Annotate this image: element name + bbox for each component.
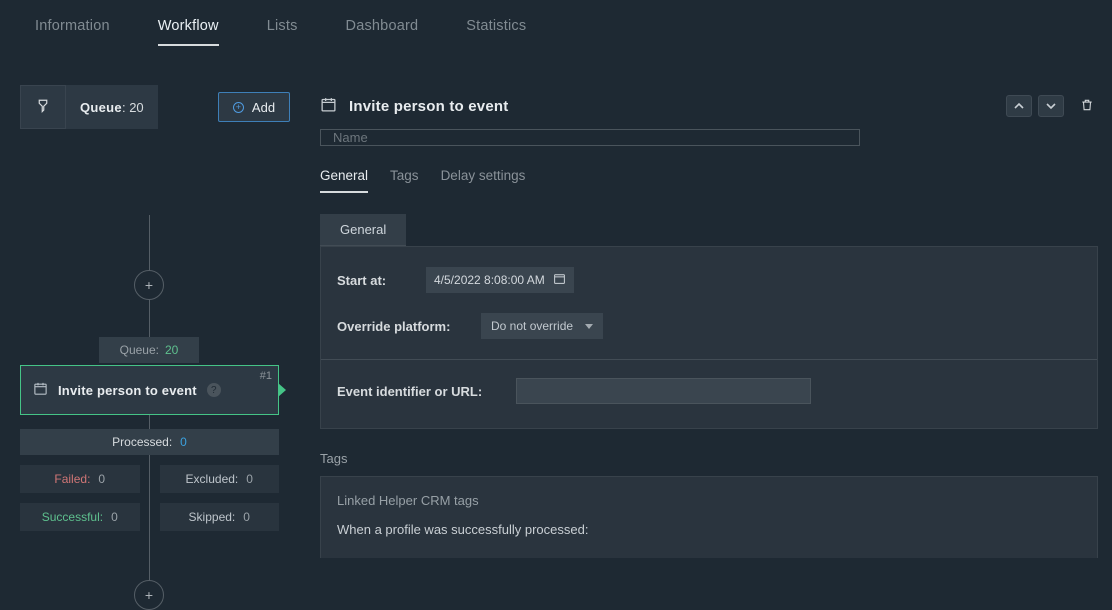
queue-pill: Queue: 20 (99, 337, 199, 363)
queue-label: Queue: 20 (66, 85, 158, 129)
tags-description: When a profile was successfully processe… (337, 522, 1081, 537)
section-tab-general: General (320, 214, 406, 246)
override-platform-label: Override platform: (337, 319, 467, 334)
queue-icon[interactable] (20, 85, 66, 129)
separator (321, 359, 1097, 360)
move-up-button[interactable] (1006, 95, 1032, 117)
stat-failed: Failed:0 (20, 465, 140, 493)
plus-circle-icon: + (233, 102, 244, 113)
stat-skipped: Skipped:0 (160, 503, 280, 531)
subtab-general[interactable]: General (320, 168, 368, 193)
tab-dashboard[interactable]: Dashboard (346, 18, 419, 46)
subtab-tags[interactable]: Tags (390, 168, 419, 193)
calendar-picker-icon (553, 272, 566, 288)
start-at-field[interactable]: 4/5/2022 8:08:00 AM (426, 267, 574, 293)
active-step-arrow (278, 383, 286, 397)
workflow-step-card[interactable]: Invite person to event ? #1 (20, 365, 279, 415)
override-platform-select[interactable]: Do not override (481, 313, 603, 339)
tags-subtitle: Linked Helper CRM tags (337, 493, 1081, 508)
tab-lists[interactable]: Lists (267, 18, 298, 46)
tab-workflow[interactable]: Workflow (158, 18, 219, 46)
panel-title: Invite person to event (349, 98, 508, 115)
add-button[interactable]: + Add (218, 92, 290, 122)
event-identifier-label: Event identifier or URL: (337, 384, 502, 399)
step-name-input[interactable] (320, 129, 860, 146)
subtab-delay-settings[interactable]: Delay settings (441, 168, 526, 193)
help-icon[interactable]: ? (207, 383, 221, 397)
tab-statistics[interactable]: Statistics (466, 18, 526, 46)
event-identifier-input[interactable] (516, 378, 811, 404)
calendar-icon (320, 96, 337, 116)
calendar-icon (33, 381, 48, 399)
step-number-badge: #1 (260, 370, 272, 382)
move-down-button[interactable] (1038, 95, 1064, 117)
processed-pill: Processed: 0 (20, 429, 279, 455)
tab-information[interactable]: Information (35, 18, 110, 46)
add-step-node[interactable]: + (134, 580, 164, 610)
add-step-node[interactable]: + (134, 270, 164, 300)
stat-excluded: Excluded:0 (160, 465, 280, 493)
start-at-label: Start at: (337, 273, 412, 288)
stat-successful: Successful:0 (20, 503, 140, 531)
tags-section-header: Tags (320, 451, 1098, 466)
delete-icon[interactable] (1080, 97, 1098, 116)
